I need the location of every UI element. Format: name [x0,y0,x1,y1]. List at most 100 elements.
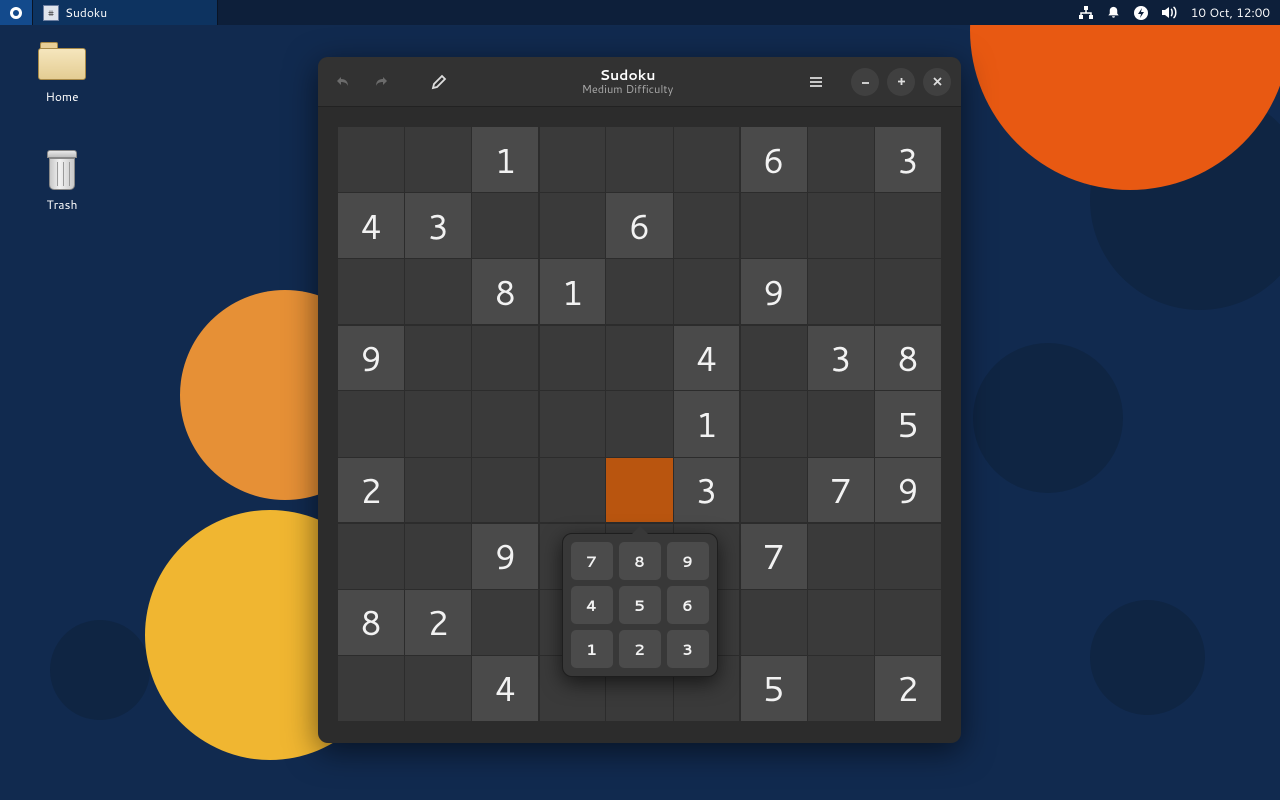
sudoku-cell[interactable] [539,458,605,523]
sudoku-cell[interactable] [808,391,874,456]
sudoku-cell[interactable]: 4 [472,656,538,721]
sudoku-cell[interactable] [338,656,404,721]
sudoku-cell[interactable] [539,193,605,258]
sudoku-cell[interactable]: 7 [808,458,874,523]
number-picker-button[interactable]: 8 [619,542,661,580]
number-picker-button[interactable]: 3 [667,630,709,668]
number-picker-button[interactable]: 5 [619,586,661,624]
sudoku-cell[interactable] [472,193,538,258]
undo-button[interactable] [328,67,358,97]
sudoku-cell[interactable]: 5 [875,391,941,456]
sudoku-cell[interactable] [606,259,672,324]
trash-icon [46,150,78,190]
sudoku-cell[interactable] [808,524,874,589]
sudoku-cell[interactable] [674,193,740,258]
sudoku-cell[interactable] [741,391,807,456]
sudoku-cell[interactable]: 1 [674,391,740,456]
sudoku-cell[interactable]: 4 [674,325,740,390]
sudoku-cell[interactable] [338,391,404,456]
sudoku-cell[interactable] [808,127,874,192]
number-picker-button[interactable]: 7 [571,542,613,580]
sudoku-cell[interactable] [405,524,471,589]
sudoku-cell[interactable]: 2 [338,458,404,523]
volume-icon[interactable] [1161,5,1179,20]
number-picker-button[interactable]: 9 [667,542,709,580]
sudoku-cell[interactable] [875,524,941,589]
sudoku-cell[interactable]: 3 [875,127,941,192]
sudoku-cell[interactable]: 6 [741,127,807,192]
power-icon[interactable] [1133,5,1149,21]
sudoku-cell[interactable]: 2 [875,656,941,721]
sudoku-cell[interactable]: 5 [741,656,807,721]
sudoku-cell[interactable]: 8 [338,590,404,655]
menu-button[interactable] [801,67,831,97]
sudoku-cell[interactable] [606,127,672,192]
sudoku-cell[interactable] [405,325,471,390]
redo-button[interactable] [366,67,396,97]
sudoku-cell[interactable] [606,458,672,523]
sudoku-cell[interactable] [808,590,874,655]
sudoku-cell[interactable]: 9 [472,524,538,589]
activities-button[interactable] [0,0,33,25]
sudoku-cell[interactable]: 7 [741,524,807,589]
sudoku-cell[interactable] [338,127,404,192]
sudoku-cell[interactable] [338,524,404,589]
close-button[interactable] [923,68,951,96]
sudoku-cell[interactable] [539,391,605,456]
sudoku-cell[interactable] [472,325,538,390]
number-picker-button[interactable]: 6 [667,586,709,624]
sudoku-cell[interactable] [808,259,874,324]
desktop-icon-home[interactable]: Home [22,42,102,105]
sudoku-cell[interactable] [606,325,672,390]
sudoku-cell[interactable]: 6 [606,193,672,258]
sudoku-cell[interactable]: 9 [875,458,941,523]
sudoku-cell[interactable]: 3 [674,458,740,523]
sudoku-cell[interactable] [539,127,605,192]
sudoku-cell[interactable] [338,259,404,324]
taskbar-app-sudoku[interactable]: # Sudoku [33,0,218,25]
sudoku-cell[interactable] [405,656,471,721]
sudoku-cell[interactable] [606,391,672,456]
sudoku-cell[interactable]: 1 [539,259,605,324]
desktop-icon-trash[interactable]: Trash [22,150,102,213]
sudoku-cell[interactable] [472,590,538,655]
sudoku-cell[interactable] [741,193,807,258]
sudoku-cell[interactable]: 2 [405,590,471,655]
sudoku-cell[interactable] [539,325,605,390]
sudoku-cell[interactable]: 9 [741,259,807,324]
sudoku-cell[interactable]: 3 [405,193,471,258]
sudoku-cell[interactable] [674,127,740,192]
sudoku-cell[interactable]: 1 [472,127,538,192]
sudoku-cell[interactable] [405,458,471,523]
sudoku-cell[interactable] [405,259,471,324]
number-picker-button[interactable]: 2 [619,630,661,668]
maximize-button[interactable] [887,68,915,96]
network-icon[interactable] [1078,5,1094,21]
sudoku-cell[interactable] [472,391,538,456]
sudoku-cell[interactable] [472,458,538,523]
sudoku-cell[interactable] [808,656,874,721]
titlebar[interactable]: Sudoku Medium Difficulty [318,57,961,107]
hamburger-icon [809,75,823,89]
sudoku-cell[interactable] [875,590,941,655]
number-picker-button[interactable]: 4 [571,586,613,624]
sudoku-cell[interactable]: 9 [338,325,404,390]
sudoku-cell[interactable]: 4 [338,193,404,258]
sudoku-cell[interactable] [741,458,807,523]
sudoku-cell[interactable] [875,193,941,258]
sudoku-cell[interactable] [808,193,874,258]
pencil-mode-button[interactable] [424,67,454,97]
sudoku-cell[interactable]: 8 [875,325,941,390]
sudoku-cell[interactable] [741,325,807,390]
number-picker-button[interactable]: 1 [571,630,613,668]
sudoku-cell[interactable]: 8 [472,259,538,324]
sudoku-cell[interactable] [741,590,807,655]
sudoku-cell[interactable] [875,259,941,324]
clock[interactable]: 10 Oct, 12:00 [1191,4,1270,21]
notifications-icon[interactable] [1106,5,1121,20]
sudoku-cell[interactable] [405,391,471,456]
sudoku-cell[interactable] [674,259,740,324]
sudoku-cell[interactable] [405,127,471,192]
sudoku-cell[interactable]: 3 [808,325,874,390]
minimize-button[interactable] [851,68,879,96]
